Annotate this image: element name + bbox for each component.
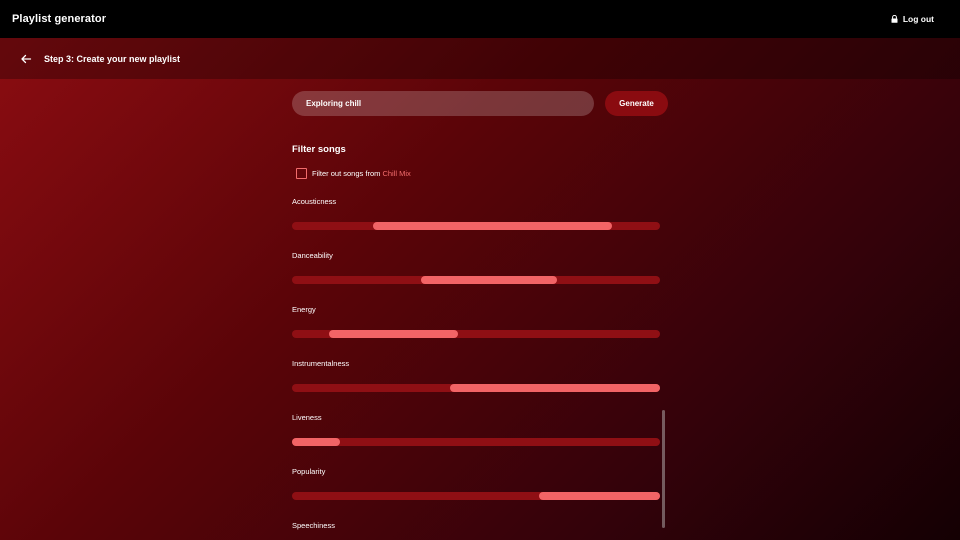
slider-label: Popularity — [292, 467, 326, 476]
slider-label: Energy — [292, 305, 316, 314]
step-header: Step 3: Create your new playlist — [0, 38, 960, 79]
logout-button[interactable]: Log out — [891, 14, 934, 24]
filter-songs-heading: Filter songs — [292, 144, 346, 155]
slider-track[interactable] — [292, 330, 660, 338]
scrollbar-thumb[interactable] — [662, 410, 665, 528]
slider-label: Danceability — [292, 251, 333, 260]
playlist-form: Generate Filter songs Filter out songs f… — [292, 91, 668, 530]
slider-range[interactable] — [538, 492, 660, 500]
slider-label: Instrumentalness — [292, 359, 350, 368]
slider-track[interactable] — [292, 438, 660, 446]
generate-button[interactable]: Generate — [605, 91, 668, 116]
step-title: Step 3: Create your new playlist — [44, 53, 181, 64]
exclude-mix-prefix: Filter out songs from — [312, 169, 381, 178]
arrow-left-icon[interactable] — [20, 53, 32, 65]
exclude-mix-filter: Filter out songs from Chill Mix — [296, 168, 411, 179]
slider-track[interactable] — [292, 276, 660, 284]
exclude-mix-name: Chill Mix — [382, 169, 411, 178]
playlist-name-input[interactable] — [292, 91, 594, 116]
slider-range[interactable] — [292, 438, 340, 446]
slider-track[interactable] — [292, 384, 660, 392]
logout-label: Log out — [902, 14, 934, 24]
exclude-mix-checkbox[interactable] — [296, 168, 307, 179]
slider-range[interactable] — [450, 384, 660, 392]
slider-range[interactable] — [372, 222, 613, 230]
slider-label: Acousticness — [292, 197, 337, 206]
slider-label: Speechiness — [292, 521, 335, 530]
slider-track[interactable] — [292, 222, 660, 230]
playlist-name-row: Generate — [292, 91, 668, 116]
slider-track[interactable] — [292, 492, 660, 500]
top-bar: Playlist generator Log out — [0, 0, 960, 38]
slider-label: Liveness — [292, 413, 322, 422]
lock-icon — [891, 15, 898, 23]
slider-range[interactable] — [328, 330, 458, 338]
app-title: Playlist generator — [12, 13, 107, 25]
slider-range[interactable] — [420, 276, 557, 284]
exclude-mix-text: Filter out songs from Chill Mix — [312, 169, 411, 178]
